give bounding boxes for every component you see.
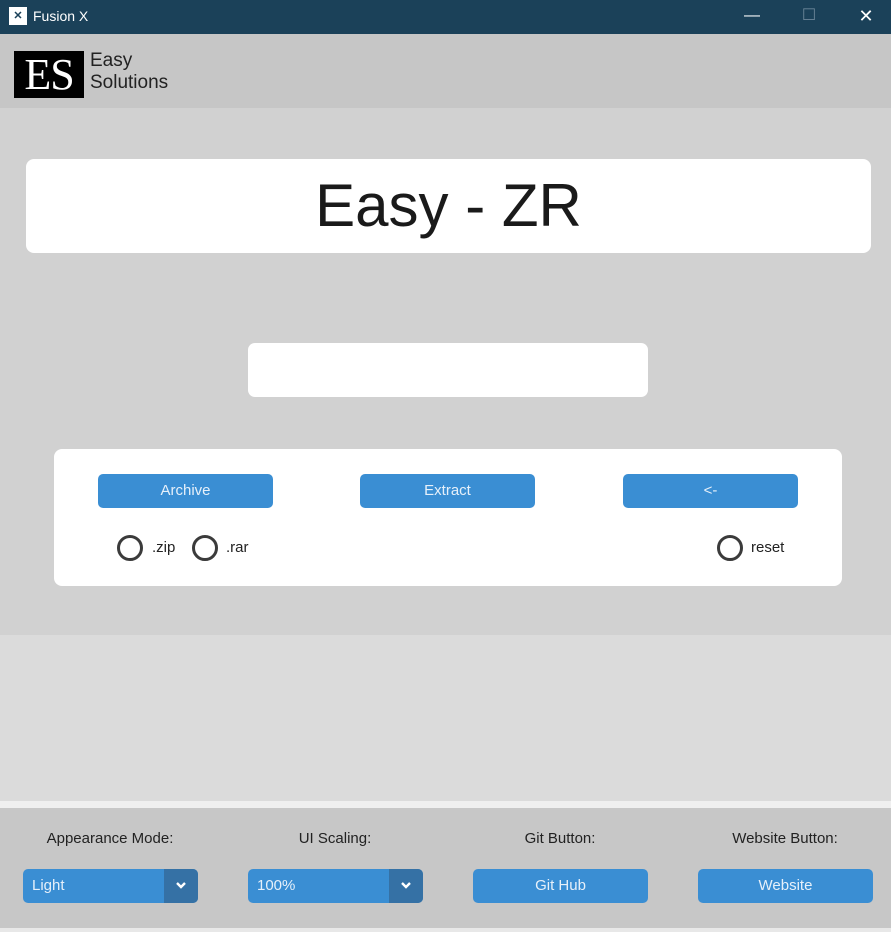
git-button-label: Git Button:: [524, 830, 596, 847]
appearance-mode-label: Appearance Mode:: [46, 830, 174, 847]
title-card: Easy - ZR: [26, 159, 871, 253]
company-name-line1: Easy: [90, 50, 133, 71]
settings-bar: Appearance Mode: UI Scaling: Git Button:…: [0, 808, 891, 928]
ui-scaling-value: 100%: [257, 877, 296, 894]
minimize-button[interactable]: —: [729, 0, 775, 34]
window-titlebar: ✕ Fusion X — ☐ ✕: [0, 0, 891, 34]
main-panel: Easy - ZR Archive Extract <- .zip .rar r…: [0, 108, 891, 635]
appearance-mode-value: Light: [32, 877, 65, 894]
rar-radio-label: .rar: [226, 539, 249, 556]
zip-radio[interactable]: [117, 535, 143, 561]
app-title: Easy - ZR: [315, 172, 582, 239]
window-title: Fusion X: [33, 8, 89, 24]
appearance-mode-select[interactable]: Light: [23, 869, 198, 903]
path-input[interactable]: [248, 343, 648, 397]
website-button-label: Website Button:: [732, 830, 838, 847]
reset-radio-label: reset: [751, 539, 785, 556]
ui-scaling-select[interactable]: 100%: [248, 869, 423, 903]
website-button[interactable]: Website: [698, 869, 873, 903]
extract-button[interactable]: Extract: [360, 474, 535, 508]
ui-scaling-label: UI Scaling:: [298, 830, 372, 847]
footer-edge: [0, 928, 891, 932]
company-name-line2: Solutions: [90, 72, 169, 93]
app-header: ES Easy Solutions: [0, 34, 891, 108]
controls-card: Archive Extract <- .zip .rar reset: [54, 449, 842, 586]
back-button[interactable]: <-: [623, 474, 798, 508]
company-name: Easy Solutions: [90, 50, 168, 94]
archive-button[interactable]: Archive: [98, 474, 273, 508]
app-logo-icon: ✕: [9, 7, 27, 25]
chevron-down-icon[interactable]: [164, 869, 198, 903]
divider: [0, 801, 891, 808]
company-logo: ES: [14, 51, 84, 98]
github-button[interactable]: Git Hub: [473, 869, 648, 903]
rar-radio[interactable]: [192, 535, 218, 561]
close-button[interactable]: ✕: [843, 0, 889, 34]
maximize-button[interactable]: ☐: [786, 0, 832, 34]
reset-radio[interactable]: [717, 535, 743, 561]
zip-radio-label: .zip: [152, 539, 176, 556]
chevron-down-icon[interactable]: [389, 869, 423, 903]
